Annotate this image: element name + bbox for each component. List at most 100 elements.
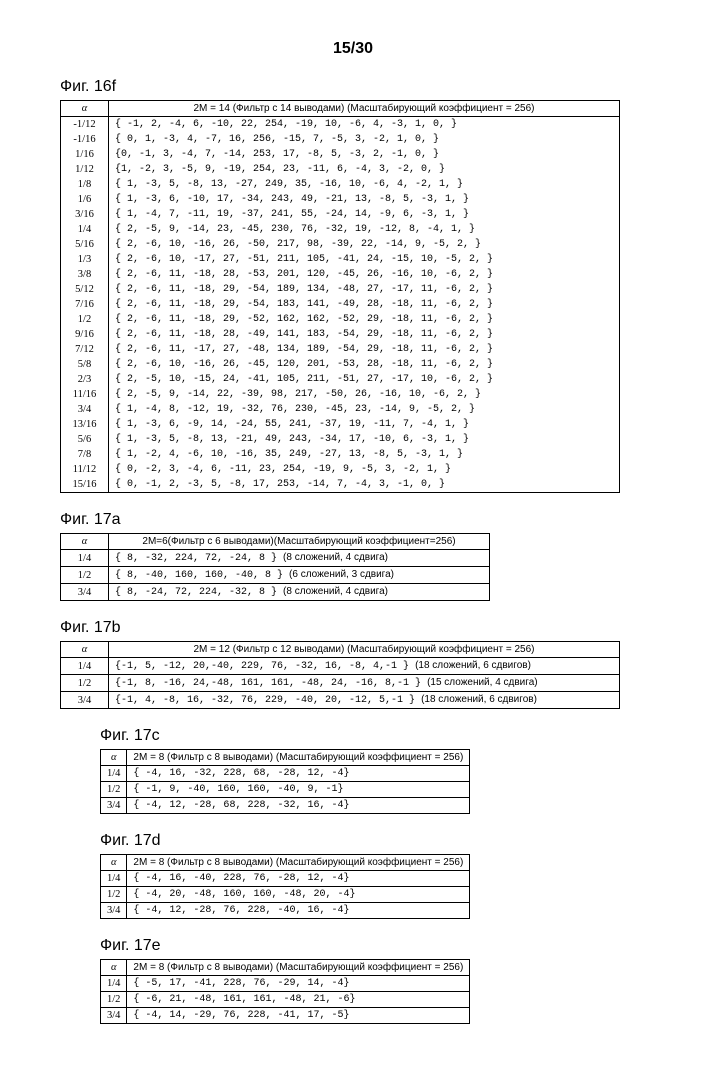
table-row: -1/16{ 0, 1, -3, 4, -7, 16, 256, -15, 7,… — [61, 132, 620, 147]
coef-cell: { 2, -6, 11, -18, 28, -53, 201, 120, -45… — [109, 267, 620, 282]
alpha-cell: 3/8 — [61, 267, 109, 282]
alpha-cell: 7/8 — [61, 447, 109, 462]
coef-cell: { 2, -6, 11, -18, 29, -52, 162, 162, -52… — [109, 312, 620, 327]
coef-cell: { -1, 9, -40, 160, 160, -40, 9, -1} — [127, 782, 470, 798]
fig17e-label: Фиг. 17e — [100, 937, 646, 955]
coef-cell: { -1, 2, -4, 6, -10, 22, 254, -19, 10, -… — [109, 117, 620, 133]
table-row: 1/4{ -5, 17, -41, 228, 76, -29, 14, -4} — [101, 976, 470, 992]
coef-cell: {1, -2, 3, -5, 9, -19, 254, 23, -11, 6, … — [109, 162, 620, 177]
alpha-cell: 3/4 — [61, 402, 109, 417]
alpha-cell: 3/4 — [101, 798, 127, 814]
fig17d-label: Фиг. 17d — [100, 832, 646, 850]
table-row: 1/6{ 1, -3, 6, -10, 17, -34, 243, 49, -2… — [61, 192, 620, 207]
alpha-cell: 3/4 — [61, 584, 109, 601]
fig17d-table: α 2М = 8 (Фильтр с 8 выводами) (Масштаби… — [100, 854, 470, 919]
table-row: 1/2{-1, 8, -16, 24,-48, 161, 161, -48, 2… — [61, 675, 620, 692]
coef-cell: {-1, 4, -8, 16, -32, 76, 229, -40, 20, -… — [109, 692, 620, 709]
alpha-cell: 1/6 — [61, 192, 109, 207]
table-row: 3/8{ 2, -6, 11, -18, 28, -53, 201, 120, … — [61, 267, 620, 282]
coef-cell: { 2, -6, 11, -18, 29, -54, 183, 141, -49… — [109, 297, 620, 312]
coef-cell: { 0, 1, -3, 4, -7, 16, 256, -15, 7, -5, … — [109, 132, 620, 147]
alpha-cell: 1/16 — [61, 147, 109, 162]
coef-header: 2М = 14 (Фильтр с 14 выводами) (Масштаби… — [109, 101, 620, 117]
alpha-cell: 9/16 — [61, 327, 109, 342]
table-row: 1/8{ 1, -3, 5, -8, 13, -27, 249, 35, -16… — [61, 177, 620, 192]
coef-cell: { 8, -32, 224, 72, -24, 8 } (8 сложений,… — [109, 550, 490, 567]
alpha-header: α — [101, 855, 127, 871]
alpha-cell: 11/12 — [61, 462, 109, 477]
alpha-cell: 1/4 — [101, 871, 127, 887]
fig17a-table: α 2М=6(Фильтр с 6 выводами)(Масштабирующ… — [60, 533, 490, 601]
table-row: 5/12{ 2, -6, 11, -18, 29, -54, 189, 134,… — [61, 282, 620, 297]
alpha-cell: 1/2 — [61, 312, 109, 327]
table-row: 3/4{ -4, 12, -28, 76, 228, -40, 16, -4} — [101, 903, 470, 919]
coef-cell: { 2, -6, 10, -16, 26, -45, 120, 201, -53… — [109, 357, 620, 372]
table-row: 3/4{ -4, 14, -29, 76, 228, -41, 17, -5} — [101, 1008, 470, 1024]
table-row: 1/16{0, -1, 3, -4, 7, -14, 253, 17, -8, … — [61, 147, 620, 162]
table-row: 1/4{ -4, 16, -40, 228, 76, -28, 12, -4} — [101, 871, 470, 887]
alpha-cell: 1/4 — [101, 976, 127, 992]
fig17b-label: Фиг. 17b — [60, 619, 646, 637]
table-row: 1/4{ 8, -32, 224, 72, -24, 8 } (8 сложен… — [61, 550, 490, 567]
coef-cell: { 2, -5, 9, -14, 22, -39, 98, 217, -50, … — [109, 387, 620, 402]
coef-header: 2М = 8 (Фильтр с 8 выводами) (Масштабиру… — [127, 750, 470, 766]
page-number: 15/30 — [60, 40, 646, 58]
coef-cell: { -4, 12, -28, 68, 228, -32, 16, -4} — [127, 798, 470, 814]
table-row: 1/12{1, -2, 3, -5, 9, -19, 254, 23, -11,… — [61, 162, 620, 177]
note: (18 сложений, 6 сдвигов) — [421, 694, 537, 705]
coef-cell: { -4, 16, -40, 228, 76, -28, 12, -4} — [127, 871, 470, 887]
coef-header: 2М=6(Фильтр с 6 выводами)(Масштабирующий… — [109, 534, 490, 550]
coef-cell: { 2, -6, 10, -16, 26, -50, 217, 98, -39,… — [109, 237, 620, 252]
alpha-cell: 5/12 — [61, 282, 109, 297]
table-row: 5/16{ 2, -6, 10, -16, 26, -50, 217, 98, … — [61, 237, 620, 252]
table-row: 3/4{ 8, -24, 72, 224, -32, 8 } (8 сложен… — [61, 584, 490, 601]
table-row: 7/12{ 2, -6, 11, -17, 27, -48, 134, 189,… — [61, 342, 620, 357]
coef-cell: { 1, -3, 6, -9, 14, -24, 55, 241, -37, 1… — [109, 417, 620, 432]
alpha-header: α — [101, 960, 127, 976]
coef-cell: { 2, -6, 11, -18, 28, -49, 141, 183, -54… — [109, 327, 620, 342]
alpha-cell: 5/6 — [61, 432, 109, 447]
coef-cell: { 2, -6, 11, -18, 29, -54, 189, 134, -48… — [109, 282, 620, 297]
alpha-cell: 1/8 — [61, 177, 109, 192]
table-row: 1/2{ -4, 20, -48, 160, 160, -48, 20, -4} — [101, 887, 470, 903]
alpha-cell: -1/16 — [61, 132, 109, 147]
coef-cell: { -4, 16, -32, 228, 68, -28, 12, -4} — [127, 766, 470, 782]
alpha-cell: 3/4 — [61, 692, 109, 709]
alpha-cell: 5/8 — [61, 357, 109, 372]
coef-cell: { 8, -24, 72, 224, -32, 8 } (8 сложений,… — [109, 584, 490, 601]
alpha-cell: 3/16 — [61, 207, 109, 222]
alpha-cell: 15/16 — [61, 477, 109, 493]
coef-header: 2М = 8 (Фильтр с 8 выводами) (Масштабиру… — [127, 855, 470, 871]
coef-cell: { 1, -2, 4, -6, 10, -16, 35, 249, -27, 1… — [109, 447, 620, 462]
alpha-cell: 1/4 — [61, 550, 109, 567]
table-row: 3/4{-1, 4, -8, 16, -32, 76, 229, -40, 20… — [61, 692, 620, 709]
alpha-cell: 1/2 — [101, 782, 127, 798]
alpha-cell: 3/4 — [101, 1008, 127, 1024]
alpha-cell: 2/3 — [61, 372, 109, 387]
coef-cell: { -4, 14, -29, 76, 228, -41, 17, -5} — [127, 1008, 470, 1024]
coef-cell: { 2, -6, 11, -17, 27, -48, 134, 189, -54… — [109, 342, 620, 357]
table-row: 3/16{ 1, -4, 7, -11, 19, -37, 241, 55, -… — [61, 207, 620, 222]
fig17c-table: α 2М = 8 (Фильтр с 8 выводами) (Масштаби… — [100, 749, 470, 814]
alpha-cell: 3/4 — [101, 903, 127, 919]
coef-cell: { 1, -3, 6, -10, 17, -34, 243, 49, -21, … — [109, 192, 620, 207]
alpha-cell: 1/12 — [61, 162, 109, 177]
table-row: 13/16{ 1, -3, 6, -9, 14, -24, 55, 241, -… — [61, 417, 620, 432]
note: (8 сложений, 4 сдвига) — [283, 552, 388, 563]
table-row: 1/4{ -4, 16, -32, 228, 68, -28, 12, -4} — [101, 766, 470, 782]
alpha-cell: 1/4 — [101, 766, 127, 782]
table-row: 3/4{ -4, 12, -28, 68, 228, -32, 16, -4} — [101, 798, 470, 814]
fig16f-label: Фиг. 16f — [60, 78, 646, 96]
coef-cell: {-1, 8, -16, 24,-48, 161, 161, -48, 24, … — [109, 675, 620, 692]
coef-cell: { 2, -5, 9, -14, 23, -45, 230, 76, -32, … — [109, 222, 620, 237]
table-row: 7/16{ 2, -6, 11, -18, 29, -54, 183, 141,… — [61, 297, 620, 312]
alpha-cell: 1/2 — [101, 992, 127, 1008]
table-row: 1/2{ -6, 21, -48, 161, 161, -48, 21, -6} — [101, 992, 470, 1008]
table-row: 15/16{ 0, -1, 2, -3, 5, -8, 17, 253, -14… — [61, 477, 620, 493]
note: (15 сложений, 4 сдвига) — [427, 677, 538, 688]
alpha-cell: 1/2 — [61, 675, 109, 692]
alpha-cell: 1/4 — [61, 658, 109, 675]
alpha-cell: 1/4 — [61, 222, 109, 237]
alpha-cell: 1/3 — [61, 252, 109, 267]
alpha-cell: 1/2 — [61, 567, 109, 584]
